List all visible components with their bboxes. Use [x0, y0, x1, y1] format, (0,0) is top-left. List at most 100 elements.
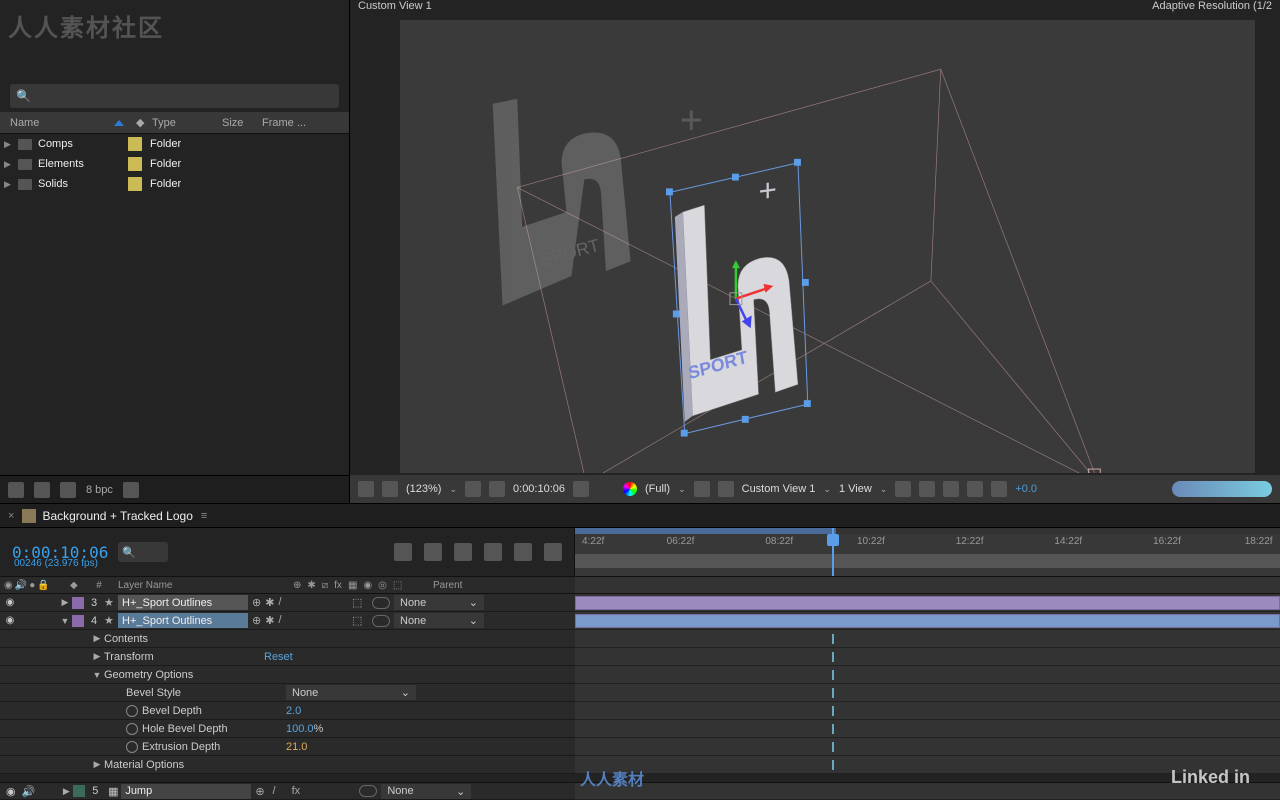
col-name[interactable]: Name: [4, 117, 114, 129]
twirl-icon[interactable]: ▶: [59, 786, 73, 797]
prop-row-hole-bevel[interactable]: Hole Bevel Depth 100.0%: [0, 720, 1280, 738]
parent-pickwhip-icon[interactable]: [359, 785, 377, 797]
project-item[interactable]: ▶ Comps Folder: [0, 134, 349, 154]
label-color[interactable]: [128, 137, 142, 151]
transparency-icon[interactable]: [718, 481, 734, 497]
stopwatch-icon[interactable]: [126, 741, 138, 753]
shy-icon[interactable]: ⊕: [293, 580, 301, 591]
prop-value[interactable]: 21.0: [286, 741, 307, 753]
time-ruler[interactable]: 4:22f 06:22f 08:22f 10:22f 12:22f 14:22f…: [575, 528, 1280, 576]
layer-name-field[interactable]: H+_Sport Outlines: [118, 613, 248, 628]
view-name[interactable]: Custom View 1: [358, 0, 432, 20]
color-channel-icon[interactable]: [623, 482, 637, 496]
selected-3d-logo[interactable]: + SPORT: [666, 159, 811, 437]
parent-dropdown[interactable]: None⌄: [394, 595, 484, 610]
layer-row[interactable]: ◉ ▼ 4 ★ H+_Sport Outlines ⊕✱/ ⬚ None⌄: [0, 612, 1280, 630]
timeline-icon[interactable]: [943, 481, 959, 497]
layer-label-color[interactable]: [72, 597, 84, 609]
audio-icon[interactable]: 🔊: [22, 785, 36, 798]
keyframe-marker[interactable]: [832, 634, 834, 644]
prop-row-bevel-depth[interactable]: Bevel Depth 2.0: [0, 702, 1280, 720]
panel-menu-icon[interactable]: ≡: [201, 510, 207, 522]
zoom-level[interactable]: (123%): [406, 483, 441, 495]
twirl-icon[interactable]: ▶: [90, 651, 104, 662]
prop-row-extrusion[interactable]: Extrusion Depth 21.0: [0, 738, 1280, 756]
keyframe-marker[interactable]: [832, 688, 834, 698]
prop-value[interactable]: 100.0: [286, 723, 314, 735]
twirl-icon[interactable]: ▶: [4, 139, 14, 150]
audio-col-icon[interactable]: 🔊: [15, 580, 27, 591]
interpret-icon[interactable]: [8, 482, 24, 498]
layer-name-field[interactable]: H+_Sport Outlines: [118, 595, 248, 610]
layer-duration-bar[interactable]: [575, 614, 1280, 628]
draft-3d-icon[interactable]: [424, 543, 442, 561]
viewer-canvas[interactable]: + SPORT + S: [400, 20, 1255, 473]
prop-row-geometry[interactable]: ▼ Geometry Options: [0, 666, 1280, 684]
roi-icon[interactable]: [694, 481, 710, 497]
bpc-button[interactable]: 8 bpc: [86, 484, 113, 496]
frame-blend-icon[interactable]: [454, 543, 472, 561]
keyframe-marker[interactable]: [832, 706, 834, 716]
label-col-icon[interactable]: ◆: [70, 580, 84, 591]
dropdown-icon[interactable]: ⌄: [880, 484, 888, 495]
eye-col-icon[interactable]: ◉: [4, 580, 13, 591]
pixel-aspect-icon[interactable]: [895, 481, 911, 497]
new-comp-icon[interactable]: [60, 482, 76, 498]
eye-icon[interactable]: ◉: [4, 597, 16, 608]
reset-exposure-icon[interactable]: [991, 481, 1007, 497]
stopwatch-icon[interactable]: [126, 705, 138, 717]
close-icon[interactable]: ×: [8, 510, 14, 522]
project-search[interactable]: 🔍: [10, 84, 339, 108]
keyframe-marker[interactable]: [832, 652, 834, 662]
prop-row-bevel-style[interactable]: Bevel Style None⌄: [0, 684, 1280, 702]
comp-tab-name[interactable]: Background + Tracked Logo: [42, 509, 192, 523]
time-display[interactable]: 0:00:10:06: [513, 483, 565, 495]
view-dd[interactable]: Custom View 1: [742, 483, 816, 495]
layer-label-color[interactable]: [72, 615, 84, 627]
twirl-icon[interactable]: ▶: [4, 179, 14, 190]
resolution-dd[interactable]: (Full): [645, 483, 670, 495]
mask-icon[interactable]: [358, 481, 374, 497]
3d-col-icon[interactable]: ⬚: [393, 580, 402, 591]
twirl-icon[interactable]: ▼: [90, 670, 104, 680]
col-parent[interactable]: Parent: [429, 580, 575, 591]
3d-switch-icon[interactable]: ⬚: [352, 596, 368, 609]
col-layer-name[interactable]: Layer Name: [114, 580, 289, 591]
keyframe-marker[interactable]: [832, 724, 834, 734]
safe-zones-icon[interactable]: [465, 481, 481, 497]
new-folder-icon[interactable]: [34, 482, 50, 498]
motion-blur-icon[interactable]: [484, 543, 502, 561]
reset-button[interactable]: Reset: [264, 651, 293, 663]
prop-row-transform[interactable]: ▶ Transform Reset: [0, 648, 1280, 666]
layer-duration-bar[interactable]: [575, 596, 1280, 610]
col-type[interactable]: Type: [146, 117, 216, 129]
3d-switch-icon[interactable]: ⬚: [352, 614, 368, 627]
project-item[interactable]: ▶ Elements Folder: [0, 154, 349, 174]
eye-icon[interactable]: ◉: [4, 615, 16, 626]
twirl-icon[interactable]: ▶: [4, 159, 14, 170]
bevel-style-dropdown[interactable]: None⌄: [286, 685, 416, 700]
twirl-icon[interactable]: ▶: [58, 597, 72, 608]
dropdown-icon[interactable]: ⌄: [823, 484, 831, 495]
project-columns-header[interactable]: Name ◆ Type Size Frame ...: [0, 112, 349, 134]
col-label-icon[interactable]: ◆: [130, 116, 146, 129]
trash-icon[interactable]: [123, 482, 139, 498]
solo-col-icon[interactable]: ●: [29, 580, 35, 591]
label-color[interactable]: [128, 177, 142, 191]
eye-icon[interactable]: ◉: [6, 785, 16, 798]
graph-editor-icon[interactable]: [514, 543, 532, 561]
parent-pickwhip-icon[interactable]: [372, 615, 390, 627]
twirl-icon[interactable]: ▶: [90, 759, 104, 770]
fast-preview-icon[interactable]: [919, 481, 935, 497]
layer-name-field[interactable]: Jump: [121, 784, 251, 799]
exposure-value[interactable]: +0.0: [1015, 483, 1037, 495]
layer-label-color[interactable]: [73, 785, 85, 797]
twirl-icon[interactable]: ▼: [58, 616, 72, 626]
work-area-bar[interactable]: [575, 554, 1280, 568]
prop-value[interactable]: 2.0: [286, 705, 301, 717]
parent-dropdown[interactable]: None⌄: [394, 613, 484, 628]
keyframe-marker[interactable]: [832, 742, 834, 752]
keyframe-marker[interactable]: [832, 760, 834, 770]
brainstorm-icon[interactable]: [544, 543, 562, 561]
keyframe-marker[interactable]: [832, 670, 834, 680]
